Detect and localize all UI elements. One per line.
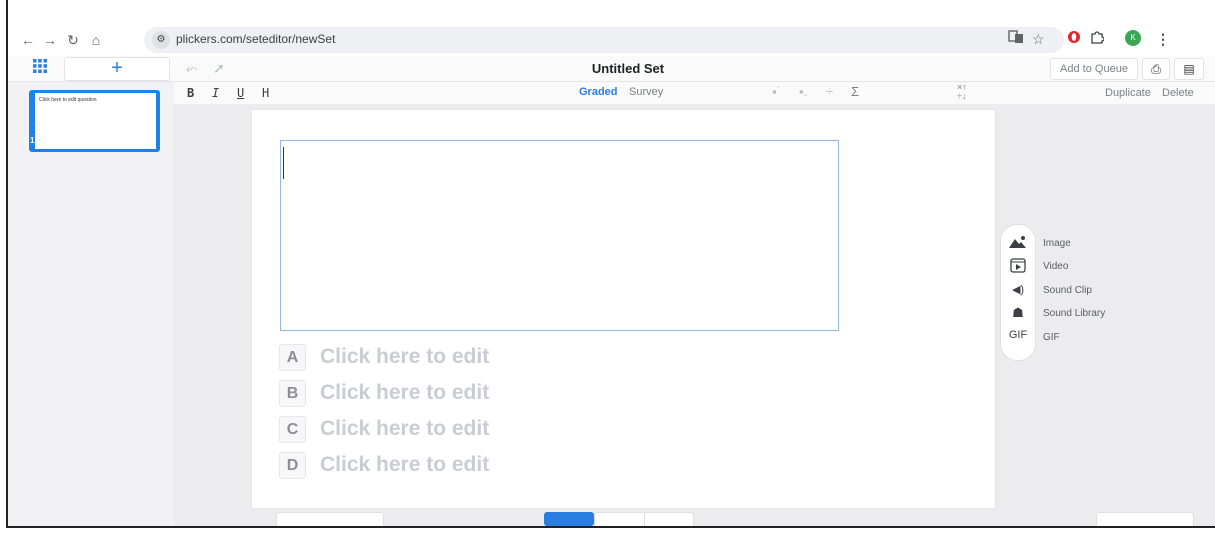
back-icon[interactable]: ← <box>20 31 36 49</box>
duplicate-button[interactable]: Duplicate <box>1105 87 1151 99</box>
thumbnail-number: 1 <box>30 136 35 145</box>
choice-letter[interactable]: D <box>279 452 306 479</box>
opera-extension-icon[interactable] <box>1067 30 1081 48</box>
redo-icon[interactable]: ➚ <box>213 60 225 77</box>
site-settings-icon[interactable]: ⚙ <box>152 31 170 49</box>
layout-option-3[interactable] <box>644 512 694 526</box>
more-menu-icon[interactable]: ⋮ <box>1156 30 1170 48</box>
underline-button[interactable]: U <box>237 86 244 100</box>
text-caret <box>283 147 284 179</box>
set-title[interactable]: Untitled Set <box>548 61 708 76</box>
choice-text[interactable]: Click here to edit <box>320 416 489 442</box>
add-to-queue-button[interactable]: Add to Queue <box>1050 58 1138 80</box>
choice-letter[interactable]: A <box>279 344 306 371</box>
choice-text[interactable]: Click here to edit <box>320 380 489 406</box>
extensions-puzzle-icon[interactable] <box>1090 30 1105 48</box>
add-question-button[interactable]: + <box>64 57 170 81</box>
subscript-icon[interactable]: ▪. <box>799 84 807 99</box>
bottom-option-button[interactable] <box>276 512 384 526</box>
question-text-input[interactable] <box>280 140 839 331</box>
choice-text[interactable]: Click here to edit <box>320 344 489 370</box>
question-thumbnail[interactable]: Click here to edit question · · · · 1 <box>29 90 160 152</box>
gif-icon[interactable]: GIF <box>1007 329 1029 341</box>
sound-library-label[interactable]: Sound Library <box>1043 308 1105 319</box>
video-icon[interactable] <box>1007 258 1029 276</box>
image-icon[interactable] <box>1007 235 1029 251</box>
gif-label[interactable]: GIF <box>1043 332 1060 343</box>
shuffle-choices-icon[interactable]: ×↑ ÷↓ <box>957 83 967 101</box>
thumbnail-choices: · · · · <box>39 122 41 143</box>
browser-toolbar: ← → ↻ ⌂ ⚙ plickers.com/seteditor/newSet … <box>8 24 1215 56</box>
heading-button[interactable]: H <box>262 86 269 100</box>
video-label[interactable]: Video <box>1043 261 1068 272</box>
apps-grid-icon[interactable] <box>30 59 50 77</box>
choice-letter[interactable]: C <box>279 416 306 443</box>
layout-option-1[interactable] <box>544 512 594 526</box>
home-icon[interactable]: ⌂ <box>88 31 104 49</box>
superscript-icon[interactable]: ▪˙ <box>772 84 781 99</box>
bookmark-star-icon[interactable]: ☆ <box>1032 30 1045 48</box>
bold-button[interactable]: B <box>187 86 194 100</box>
thumbnail-question-text: Click here to edit question <box>39 97 97 103</box>
browser-window: ← → ↻ ⌂ ⚙ plickers.com/seteditor/newSet … <box>6 0 1215 528</box>
media-toolbar: ◀) ☗ GIF <box>1000 224 1036 361</box>
undo-icon[interactable]: ⬿ <box>186 60 197 77</box>
format-bar: B I U H Graded Survey ▪˙ ▪. ÷ Σ ×↑ ÷↓ Dup… <box>174 82 1215 105</box>
url-text[interactable]: plickers.com/seteditor/newSet <box>176 32 335 46</box>
sound-library-icon[interactable]: ☗ <box>1007 305 1029 321</box>
thumbnail-preview: Click here to edit question · · · · <box>35 93 156 149</box>
sound-clip-label[interactable]: Sound Clip <box>1043 285 1092 296</box>
bottom-right-button[interactable] <box>1096 512 1194 526</box>
choice-text[interactable]: Click here to edit <box>320 452 489 478</box>
choice-letter[interactable]: B <box>279 380 306 407</box>
export-icon[interactable]: ⎙ <box>1142 58 1170 80</box>
graded-tab[interactable]: Graded <box>579 86 618 98</box>
image-label[interactable]: Image <box>1043 238 1071 249</box>
equation-button[interactable]: Σ <box>851 84 859 99</box>
translate-icon[interactable] <box>1008 30 1024 48</box>
editor-toolbar: + ⬿ ➚ Untitled Set Add to Queue ⎙ ▤ <box>8 56 1215 82</box>
print-icon[interactable]: ▤ <box>1174 58 1204 80</box>
address-bar[interactable]: ⚙ plickers.com/seteditor/newSet <box>144 27 1064 53</box>
layout-option-2[interactable] <box>594 512 646 526</box>
question-list-sidebar: Click here to edit question · · · · 1 <box>8 82 175 526</box>
italic-button[interactable]: I <box>212 86 219 100</box>
reload-icon[interactable]: ↻ <box>65 31 81 49</box>
delete-button[interactable]: Delete <box>1162 87 1194 99</box>
forward-icon[interactable]: → <box>42 31 58 49</box>
sound-clip-icon[interactable]: ◀) <box>1007 283 1029 296</box>
survey-tab[interactable]: Survey <box>629 86 663 98</box>
profile-avatar[interactable]: K <box>1125 30 1141 46</box>
fraction-icon[interactable]: ÷ <box>826 84 833 99</box>
